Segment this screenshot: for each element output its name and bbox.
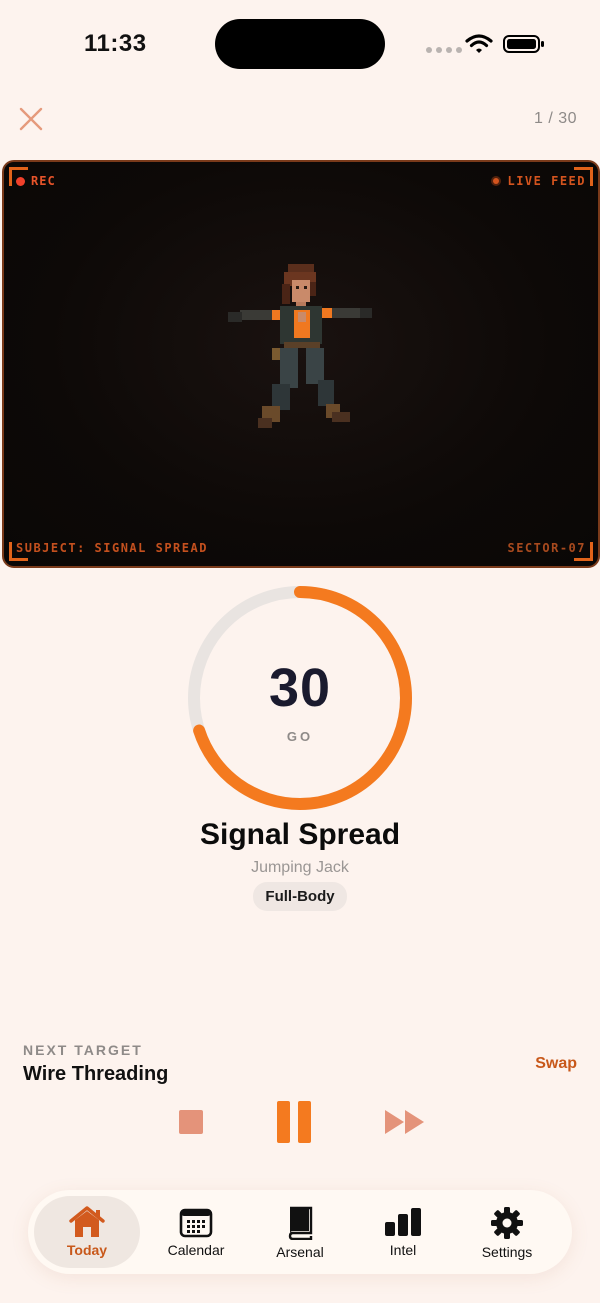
wifi-icon: [465, 34, 493, 53]
next-target-name: Wire Threading: [23, 1063, 169, 1085]
dynamic-island: [215, 19, 385, 69]
stop-button[interactable]: [179, 1110, 203, 1134]
live-dot-icon: [493, 178, 500, 184]
tab-label: Settings: [481, 1244, 533, 1260]
exercise-video-feed: REC LIVE FEED SUBJECT: SIGNAL SPREAD SEC…: [2, 160, 600, 568]
pause-button[interactable]: [277, 1101, 311, 1143]
tab-intel[interactable]: Intel: [350, 1196, 456, 1268]
pause-bar: [298, 1101, 311, 1143]
swap-button[interactable]: Swap: [535, 1055, 577, 1073]
cellular-signal-icon: [426, 47, 462, 53]
rec-label: REC: [31, 174, 56, 188]
close-icon[interactable]: [16, 104, 46, 134]
sector-label: SECTOR-07: [507, 541, 586, 555]
status-time: 11:33: [84, 30, 147, 57]
battery-icon: [503, 35, 544, 53]
exercise-subtitle: Jumping Jack: [251, 859, 349, 876]
tab-bar: Today Calendar Arsenal Intel Settings: [28, 1190, 572, 1274]
tab-calendar[interactable]: Calendar: [143, 1196, 249, 1268]
live-feed-indicator: LIVE FEED: [493, 174, 586, 188]
tab-label: Calendar: [167, 1242, 225, 1258]
home-icon: [69, 1206, 105, 1237]
exercise-tag-wrapper: Full-Body: [0, 882, 600, 911]
skip-forward-button[interactable]: [384, 1108, 426, 1136]
live-feed-label: LIVE FEED: [507, 174, 586, 188]
tab-label: Intel: [389, 1242, 417, 1258]
gear-icon: [491, 1207, 523, 1239]
exercise-counter: 1 / 30: [533, 110, 577, 127]
subject-label: SUBJECT: SIGNAL SPREAD: [16, 541, 208, 555]
next-target-label: NEXT TARGET: [23, 1042, 143, 1058]
rec-dot-icon: [16, 176, 25, 186]
tab-arsenal[interactable]: Arsenal: [247, 1196, 353, 1268]
exercise-name: Signal Spread: [199, 818, 401, 851]
bar-chart-icon: [385, 1208, 421, 1236]
calendar-icon: [179, 1208, 213, 1238]
pause-bar: [277, 1101, 290, 1143]
tab-today[interactable]: Today: [34, 1196, 140, 1268]
timer-value: 30: [268, 658, 332, 718]
rec-indicator: REC: [16, 174, 56, 188]
tab-label: Arsenal: [276, 1244, 324, 1260]
tab-label: Today: [66, 1242, 108, 1258]
timer-state: GO: [286, 729, 314, 744]
exercise-category-tag: Full-Body: [253, 882, 347, 911]
tab-settings[interactable]: Settings: [454, 1196, 560, 1268]
character-sprite: [228, 264, 372, 428]
book-icon: [288, 1206, 313, 1240]
